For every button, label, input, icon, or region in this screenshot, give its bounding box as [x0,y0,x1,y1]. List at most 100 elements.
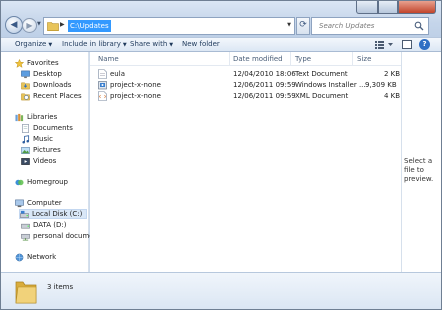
file-type: Text Document [295,70,348,78]
folder-icon [15,281,37,304]
nav-libraries[interactable]: Libraries [15,112,57,122]
xml-file-icon [98,91,107,101]
nav-local-disk-c[interactable]: Local Disk (C:) [19,209,87,219]
nav-homegroup[interactable]: Homegroup [15,177,68,187]
nav-network[interactable]: Network [15,252,56,262]
explorer-window: ◀ ▶ ▼ ▶ C:\Updates ▼ ⟳ Search Updates Or… [0,0,442,310]
back-button[interactable]: ◀ [5,16,23,34]
address-bar[interactable]: ▶ C:\Updates ▼ [43,17,295,35]
file-date-modified: 12/06/2011 09:59 [233,81,296,89]
file-row[interactable]: project-x-none 12/06/2011 09:59 XML Docu… [98,91,401,102]
minimize-button[interactable] [356,1,378,14]
nav-label: Pictures [33,146,61,154]
file-name: project-x-none [110,92,161,100]
nav-label: Downloads [33,81,72,89]
nav-label: Computer [27,199,62,207]
dropdown-arrow-icon: ▼ [122,42,127,48]
window-controls [356,1,436,14]
column-headers: Name Date modified Type Size [90,52,401,66]
help-icon[interactable]: ? [419,39,430,50]
nav-desktop[interactable]: Desktop [21,69,62,79]
column-header-type[interactable]: Type [295,55,311,63]
share-with-menu[interactable]: Share with ▼ [130,40,173,48]
column-header-name[interactable]: Name [98,55,119,63]
address-dropdown-icon[interactable]: ▼ [287,22,291,28]
nav-downloads[interactable]: Downloads [21,80,71,90]
nav-label: Local Disk (C:) [32,210,83,218]
nav-videos[interactable]: Videos [21,156,56,166]
nav-favorites[interactable]: Favorites [15,58,59,68]
search-box[interactable]: Search Updates [311,17,429,35]
installer-file-icon [98,81,107,90]
preview-pane-toggle-icon[interactable] [402,40,412,49]
breadcrumb-chevron-icon[interactable]: ▶ [60,21,65,28]
videos-icon [21,157,30,165]
command-bar: Organize ▼ Include in library ▼ Share with… [1,37,441,52]
column-divider[interactable] [290,52,291,66]
nav-recent-places[interactable]: Recent Places [21,91,82,101]
network-icon [15,253,24,261]
dropdown-arrow-icon: ▼ [48,42,53,48]
column-header-size[interactable]: Size [357,55,371,63]
nav-label: Homegroup [27,178,69,186]
nav-label: Libraries [27,113,58,121]
column-divider[interactable] [229,52,230,66]
local-disk-icon [20,210,29,218]
maximize-button[interactable] [378,1,398,14]
details-pane: 3 items [1,272,441,309]
file-row[interactable]: project-x-none 12/06/2011 09:59 Windows … [98,80,398,91]
nav-label: DATA (D:) [33,221,67,229]
include-in-library-label: Include in library [62,40,121,48]
column-divider[interactable] [352,52,353,66]
forward-button[interactable]: ▶ [22,18,37,33]
file-size: 4 KB [384,92,401,100]
nav-label: Network [27,253,57,261]
computer-icon [15,199,24,207]
preview-message: Select a file to preview. [404,157,434,183]
homegroup-icon [15,179,24,185]
nav-documents[interactable]: Documents [21,123,73,133]
nav-computer[interactable]: Computer [15,198,62,208]
nav-label: Recent Places [33,92,82,100]
network-drive-icon [21,233,30,240]
organize-menu[interactable]: Organize ▼ [15,40,52,48]
refresh-button[interactable]: ⟳ [296,17,310,35]
desktop-icon [21,70,30,78]
nav-label: Music [33,135,53,143]
file-size: 9,309 KB [365,81,397,89]
file-date-modified: 12/04/2010 18:06 [233,70,296,78]
drive-icon [21,223,30,228]
libraries-icon [15,113,24,121]
address-path[interactable]: C:\Updates [68,20,111,32]
text-file-icon [98,69,107,79]
music-icon [22,134,30,143]
share-with-label: Share with [130,40,168,48]
back-arrow-icon: ◀ [10,19,18,30]
file-row[interactable]: eula 12/04/2010 18:06 Text Document 2 KB [98,69,401,80]
column-header-date-modified[interactable]: Date modified [233,55,283,63]
close-button[interactable] [398,1,436,14]
nav-music[interactable]: Music [21,134,53,144]
nav-label: Videos [33,157,57,165]
documents-icon [22,123,29,133]
nav-data-drive-d[interactable]: DATA (D:) [21,220,66,230]
file-name: project-x-none [110,81,161,89]
file-type: Windows Installer ... [295,81,366,89]
file-size: 2 KB [384,70,401,78]
nav-label: Documents [33,124,73,132]
include-in-library-menu[interactable]: Include in library ▼ [62,40,127,48]
downloads-icon [21,82,30,89]
search-icon[interactable] [414,21,424,31]
pictures-icon [21,146,30,154]
nav-pictures[interactable]: Pictures [21,145,61,155]
file-type: XML Document [295,92,349,100]
new-folder-label: New folder [182,40,220,48]
file-date-modified: 12/06/2011 09:59 [233,92,296,100]
dropdown-arrow-icon: ▼ [169,42,174,48]
new-folder-button[interactable]: New folder [182,40,220,48]
nav-label: Desktop [33,70,62,78]
change-view-icon[interactable] [373,39,395,50]
refresh-icon: ⟳ [299,20,307,30]
forward-arrow-icon: ▶ [26,20,33,30]
star-icon [15,58,24,68]
